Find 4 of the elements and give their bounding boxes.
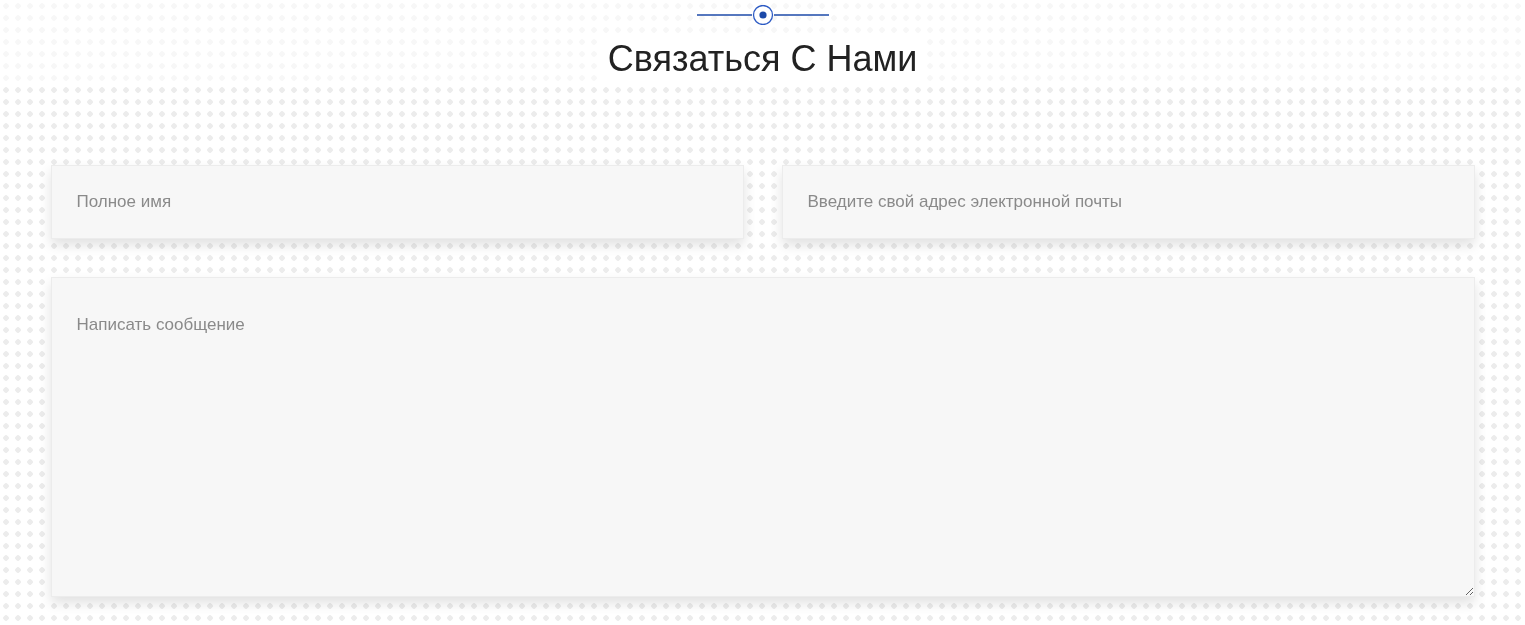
divider-ornament-icon <box>696 5 829 25</box>
name-field[interactable]: Полное имя <box>50 165 744 239</box>
message-field[interactable]: Написать сообщение <box>50 277 1475 597</box>
email-field[interactable]: Введите свой адрес электронной почты <box>781 165 1475 239</box>
